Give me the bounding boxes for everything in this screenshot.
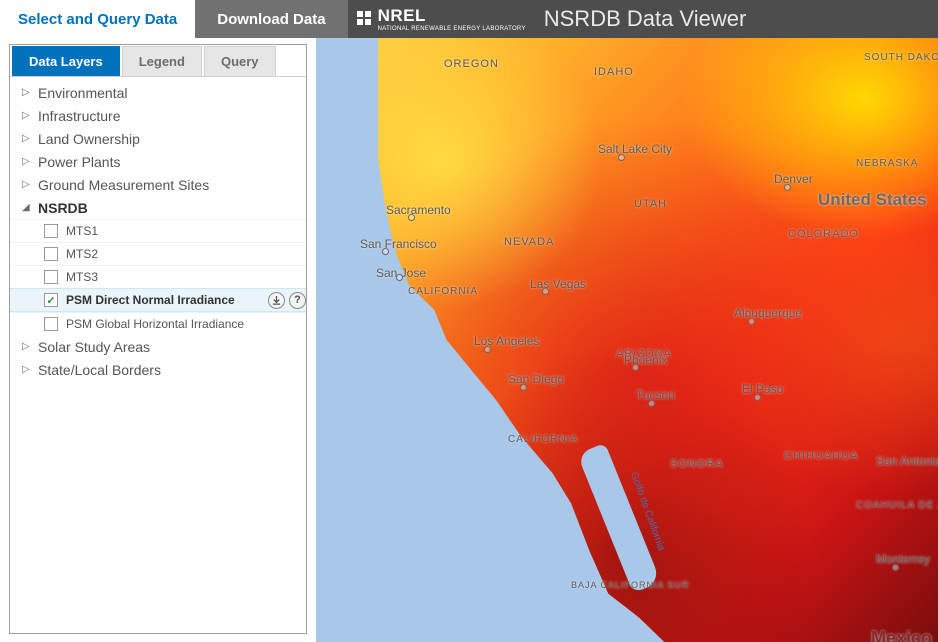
layer-psm-ghi[interactable]: PSM Global Horizontal Irradiance [10,312,306,335]
tab-select-query[interactable]: Select and Query Data [0,0,195,38]
layer-mts2[interactable]: MTS2 [10,242,306,265]
label-oregon: OREGON [444,58,499,70]
checkbox-unchecked-icon[interactable] [44,270,58,284]
tree-environmental[interactable]: ▷ Environmental [10,81,306,104]
tree-label: NSRDB [38,200,88,216]
brand-text: NREL [378,6,426,25]
tree-infrastructure[interactable]: ▷ Infrastructure [10,104,306,127]
label-sd: San Diego [508,372,564,386]
app-title: NSRDB Data Viewer [526,0,747,38]
label-sanantonio: San Antonio [876,454,938,468]
panel-tab-query[interactable]: Query [204,46,276,76]
panel-tab-legend[interactable]: Legend [122,46,202,76]
sidebar-panel: Data Layers Legend Query ▷ Environmental… [9,44,307,634]
layer-label: MTS3 [66,270,98,284]
label-country-us: United States [818,190,927,210]
label-nevada: NEVADA [504,236,554,248]
tree-label: State/Local Borders [38,362,161,378]
layer-label: PSM Direct Normal Irradiance [66,293,235,307]
checkbox-unchecked-icon[interactable] [44,224,58,238]
download-icon[interactable] [268,292,285,309]
label-lv: Las Vegas [530,277,586,291]
layer-mts1[interactable]: MTS1 [10,219,306,242]
tree-solar-study[interactable]: ▷ Solar Study Areas [10,335,306,358]
tree-label: Infrastructure [38,108,120,124]
label-baja: CALIFORNIA [508,434,578,445]
top-nav: Select and Query Data Download Data NREL… [0,0,938,38]
label-coahuila: COAHUILA DE ZARAGOZA [856,500,938,511]
label-nebraska: NEBRASKA [856,158,918,169]
label-utah: UTAH [634,198,667,210]
label-abq: Albuquerque [734,306,802,320]
layer-label: PSM Global Horizontal Irradiance [66,317,244,331]
layer-label: MTS1 [66,224,98,238]
tree-label: Ground Measurement Sites [38,177,209,193]
chevron-right-icon: ▷ [22,87,32,98]
chevron-right-icon: ▷ [22,156,32,167]
label-den: Denver [774,172,813,186]
chevron-right-icon: ▷ [22,341,32,352]
nrel-logo-icon [356,10,372,28]
tree-label: Power Plants [38,154,120,170]
label-phx: Phoenix [624,353,667,367]
map-canvas[interactable]: United States Mexico Mexico OREGON IDAHO… [316,38,938,642]
label-elp: El Paso [742,382,783,396]
chevron-right-icon: ▷ [22,179,32,190]
label-monterrey: Monterrey [876,552,930,566]
label-la: Los Angeles [474,334,539,348]
tree-label: Environmental [38,85,128,101]
label-country-mexico: Mexico [871,628,932,642]
label-south-dakota: SOUTH DAKOTA [864,52,938,63]
label-baja-sur: BAJA CALIFORNIA SUR [571,580,690,590]
chevron-right-icon: ▷ [22,364,32,375]
label-sacramento: Sacramento [386,203,451,217]
label-sj: San Jose [376,266,426,280]
label-colorado: COLORADO [788,228,859,240]
checkbox-unchecked-icon[interactable] [44,317,58,331]
checkbox-unchecked-icon[interactable] [44,247,58,261]
tree-power-plants[interactable]: ▷ Power Plants [10,150,306,173]
chevron-right-icon: ▷ [22,133,32,144]
panel-tab-layers[interactable]: Data Layers [12,46,120,76]
tree-nsrdb[interactable]: ◢ NSRDB [10,196,306,219]
label-tuc: Tucson [636,388,675,402]
chevron-down-icon: ◢ [22,202,32,213]
layer-label: MTS2 [66,247,98,261]
label-idaho: IDAHO [594,66,634,78]
label-slc: Salt Lake City [598,142,672,156]
brand-block: NREL NATIONAL RENEWABLE ENERGY LABORATOR… [348,0,526,38]
help-icon[interactable]: ? [289,292,306,309]
tree-label: Land Ownership [38,131,140,147]
layer-psm-dni[interactable]: ✓ PSM Direct Normal Irradiance ? [10,288,306,312]
chevron-right-icon: ▷ [22,110,32,121]
tree-land-ownership[interactable]: ▷ Land Ownership [10,127,306,150]
tree-ground-sites[interactable]: ▷ Ground Measurement Sites [10,173,306,196]
layer-tree: ▷ Environmental ▷ Infrastructure ▷ Land … [10,77,306,385]
label-chihuahua: CHIHUAHUA [784,450,858,462]
brand-subtext: NATIONAL RENEWABLE ENERGY LABORATORY [378,26,526,32]
panel-tabs: Data Layers Legend Query [10,45,306,77]
tab-download[interactable]: Download Data [195,0,347,38]
label-sf: San Francisco [360,237,437,251]
tree-label: Solar Study Areas [38,339,150,355]
label-california: CALIFORNIA [408,286,478,297]
label-sonora: SONORA [670,458,724,470]
checkbox-checked-icon[interactable]: ✓ [44,293,58,307]
layer-mts3[interactable]: MTS3 [10,265,306,288]
tree-borders[interactable]: ▷ State/Local Borders [10,358,306,381]
